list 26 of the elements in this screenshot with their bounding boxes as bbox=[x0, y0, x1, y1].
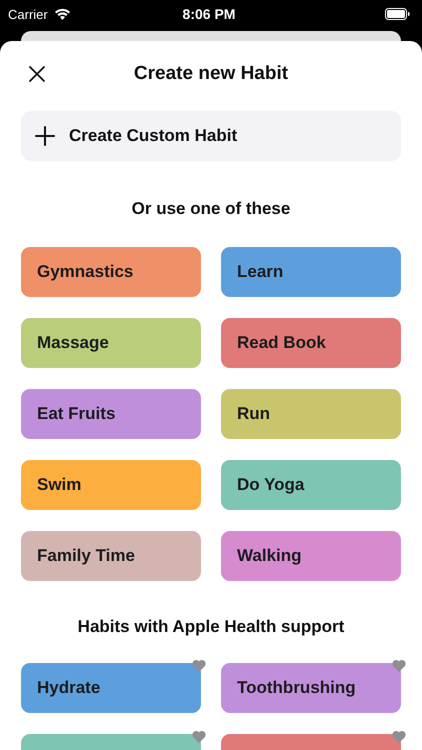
wifi-icon bbox=[54, 8, 71, 20]
habit-button[interactable]: Hydrate bbox=[21, 663, 201, 713]
habit-button[interactable]: Read Book bbox=[221, 318, 401, 368]
heart-icon bbox=[192, 730, 206, 743]
habit-button[interactable]: Family Time bbox=[21, 531, 201, 581]
habit-button[interactable]: Gymnastics bbox=[21, 247, 201, 297]
section-heading: Habits with Apple Health support bbox=[76, 616, 346, 638]
close-button[interactable] bbox=[26, 63, 48, 85]
plus-icon bbox=[35, 126, 55, 146]
habit-button[interactable]: Do Yoga bbox=[221, 460, 401, 510]
create-custom-habit-button[interactable]: Create Custom Habit bbox=[21, 111, 401, 161]
section-heading: Or use one of these bbox=[130, 198, 292, 220]
carrier-label: Carrier bbox=[8, 6, 48, 22]
habit-button[interactable]: Toothbrushing bbox=[221, 663, 401, 713]
heart-icon bbox=[392, 659, 406, 672]
heart-icon bbox=[192, 659, 206, 672]
habit-button[interactable]: Eat Fruits bbox=[21, 389, 201, 439]
habit-button[interactable]: Learn bbox=[221, 247, 401, 297]
habit-button[interactable]: Walking bbox=[221, 531, 401, 581]
sheet-title: Create new Habit bbox=[134, 63, 288, 85]
habit-button[interactable]: Swim bbox=[21, 460, 201, 510]
habit-button[interactable]: Run bbox=[221, 389, 401, 439]
heart-icon bbox=[392, 730, 406, 743]
battery-icon bbox=[385, 8, 410, 20]
clock-time: 8:06 PM bbox=[182, 6, 236, 22]
habit-button[interactable]: Massage bbox=[21, 318, 201, 368]
